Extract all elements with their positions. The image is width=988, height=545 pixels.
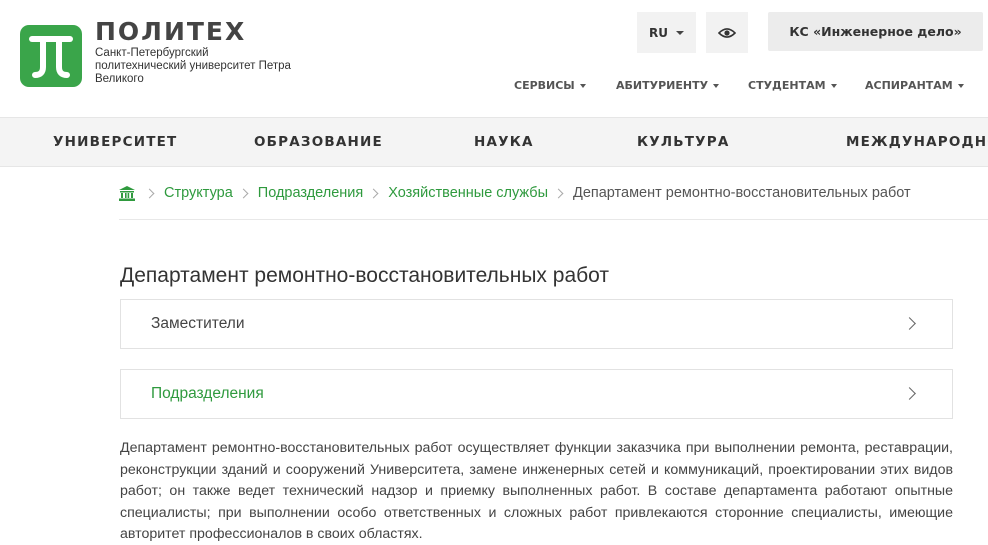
chevron-right-icon	[903, 317, 916, 330]
chevron-right-icon	[903, 387, 916, 400]
language-select[interactable]: RU	[637, 12, 696, 53]
topnav-label: АБИТУРИЕНТУ	[616, 79, 709, 92]
chevron-right-icon	[553, 188, 564, 198]
accordion-subdivisions[interactable]: Подразделения	[120, 369, 953, 419]
logo-title[interactable]: ПОЛИТЕХ	[95, 17, 246, 46]
home-icon[interactable]	[119, 185, 135, 201]
accessibility-button[interactable]	[706, 12, 748, 53]
breadcrumb-current: Департамент ремонтно-восстановительных р…	[573, 185, 911, 201]
topnav-label: СЕРВИСЫ	[514, 79, 575, 92]
breadcrumb-link[interactable]: Структура	[164, 185, 233, 201]
breadcrumb-link[interactable]: Хозяйственные службы	[388, 185, 548, 201]
topnav-applicants[interactable]: АБИТУРИЕНТУ	[616, 79, 720, 92]
site-header: ПОЛИТЕХ Санкт-Петербургский политехничес…	[0, 0, 988, 117]
mainnav-education[interactable]: ОБРАЗОВАНИЕ	[254, 134, 383, 150]
chevron-down-icon	[957, 83, 964, 88]
breadcrumb-link[interactable]: Подразделения	[258, 185, 363, 201]
accordion-deputies[interactable]: Заместители	[120, 299, 953, 349]
divider	[119, 219, 988, 220]
breadcrumb: Структура Подразделения Хозяйственные сл…	[119, 183, 911, 203]
main-navigation: УНИВЕРСИТЕТ ОБРАЗОВАНИЕ НАУКА КУЛЬТУРА М…	[0, 117, 988, 167]
chevron-right-icon	[238, 188, 249, 198]
logo-icon[interactable]	[20, 25, 82, 87]
eye-icon	[718, 27, 736, 38]
topnav-services[interactable]: СЕРВИСЫ	[514, 79, 586, 92]
chevron-right-icon	[368, 188, 379, 198]
chevron-down-icon	[713, 83, 720, 88]
mainnav-culture[interactable]: КУЛЬТУРА	[637, 134, 730, 150]
chevron-right-icon	[144, 188, 155, 198]
mainnav-international[interactable]: МЕЖДУНАРОДНОЕ	[846, 134, 988, 150]
topnav-postgraduates[interactable]: АСПИРАНТАМ	[865, 79, 964, 92]
logo-subtitle: Санкт-Петербургский политехнический унив…	[95, 47, 291, 85]
mainnav-university[interactable]: УНИВЕРСИТЕТ	[53, 134, 177, 150]
department-description: Департамент ремонтно-восстановительных р…	[120, 440, 953, 543]
chevron-down-icon	[830, 83, 837, 88]
accordion-label: Заместители	[151, 315, 245, 332]
ks-engineering-button[interactable]: КС «Инженерное дело»	[768, 12, 983, 51]
topnav-students[interactable]: СТУДЕНТАМ	[748, 79, 837, 92]
language-label: RU	[649, 25, 668, 40]
mainnav-science[interactable]: НАУКА	[474, 134, 534, 150]
topnav-label: АСПИРАНТАМ	[865, 79, 953, 92]
topnav-label: СТУДЕНТАМ	[748, 79, 826, 92]
accordion-label: Подразделения	[151, 385, 264, 402]
chevron-down-icon	[579, 83, 586, 88]
chevron-down-icon	[675, 30, 684, 35]
page-title: Департамент ремонтно-восстановительных р…	[120, 264, 609, 287]
